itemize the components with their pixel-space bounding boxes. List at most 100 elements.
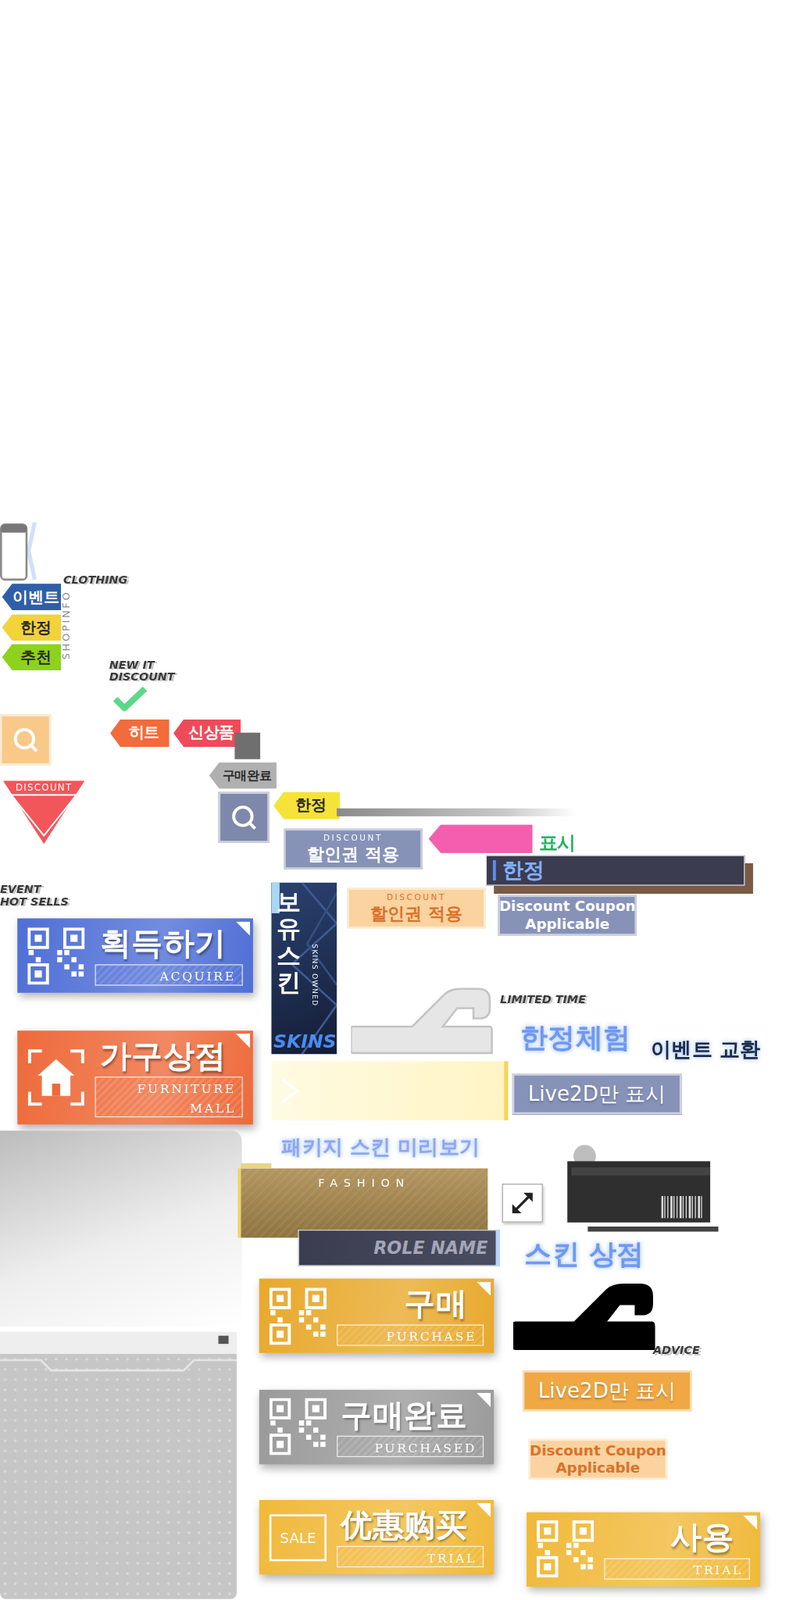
discount-triangle: DISCOUNT	[3, 780, 85, 844]
button-label: 구매완료	[340, 1396, 484, 1434]
coupon-line: Applicable	[525, 915, 610, 933]
glow-label: 패키지 스킨 미리보기	[281, 1132, 479, 1161]
corner-mark	[742, 1515, 758, 1530]
panel-tab	[240, 1163, 272, 1169]
skins-footer: SKINS	[273, 1030, 337, 1052]
qr-button[interactable]: 구매완료PURCHASED	[259, 1389, 494, 1465]
glow-text: 패키지 스킨 미리보기	[281, 1130, 475, 1164]
corner-mark	[235, 1033, 250, 1048]
label-line: CLOTHING	[63, 574, 158, 587]
card-foot	[587, 1226, 718, 1233]
coupon-label: 할인권 적용	[307, 843, 400, 865]
button-sub-frame: TRIAL	[603, 1557, 750, 1579]
coupon-text: Discount CouponApplicable	[497, 894, 637, 936]
glow-text: 스킨 상점	[524, 1232, 658, 1276]
corner-mark	[476, 1392, 491, 1408]
button-sub-label: FURNITURE MALL	[136, 1081, 236, 1115]
role-name: ROLE NAME	[373, 1237, 488, 1258]
qr-code-icon	[536, 1521, 594, 1579]
corner-mark	[476, 1503, 491, 1518]
tag-label: 히트	[128, 723, 160, 743]
italic-label: NEW ITDISCOUNT	[109, 659, 196, 686]
search-tile[interactable]	[0, 714, 51, 765]
search-tile[interactable]	[218, 792, 270, 843]
qr-button[interactable]: 획득하기ACQUIRE	[17, 918, 254, 993]
arrow-tag: 신상품	[173, 719, 241, 747]
glow-text: 한정체험	[520, 1016, 647, 1060]
card-strip	[571, 1167, 711, 1175]
coupon-caption: DISCOUNT	[386, 892, 447, 904]
hanger-icon	[350, 987, 494, 1055]
qr-button[interactable]: 구매PURCHASE	[259, 1278, 494, 1354]
glow-label: 한정체험	[520, 1019, 631, 1057]
gradient-panel	[0, 1130, 243, 1327]
dark-bar: 한정	[485, 855, 754, 895]
skins-sub: SKINS OWNED	[310, 943, 318, 1015]
coupon-box: DISCOUNT할인권 적용	[283, 828, 423, 870]
button-sub-frame: PURCHASED	[336, 1435, 484, 1457]
arrow-tag: 추천	[2, 643, 62, 671]
expand-icon[interactable]	[502, 1183, 543, 1223]
house-button[interactable]: 가구상점 FURNITURE MALL	[17, 1030, 254, 1125]
atlas-canvas: SHOPINFOCLOTHING이벤트한정추천NEW ITDISCOUNT히트신…	[0, 0, 800, 1600]
tag-label: 한정	[295, 796, 326, 816]
italic-label: CLOTHING	[63, 574, 158, 591]
barcode-icon	[660, 1196, 704, 1219]
italic-label: EVENTHOT SELLS	[0, 883, 88, 911]
label-box-text: Live2D만 표시	[538, 1377, 677, 1405]
search-icon	[10, 725, 40, 755]
tag-label: 신상품	[188, 723, 235, 743]
pink-tag-shape	[428, 824, 533, 854]
tag-label: 이벤트	[12, 587, 59, 608]
coupon-text: Discount CouponApplicable	[528, 1439, 668, 1480]
square	[234, 732, 261, 760]
panel-frame-line	[0, 1353, 237, 1375]
button-text: 가구상점 FURNITURE MALL	[94, 1037, 243, 1117]
italic-label: LIMITED TIME	[500, 993, 598, 1013]
button-sub-label: TRIAL	[427, 1550, 477, 1565]
corner-mark	[476, 1281, 491, 1296]
button-text: 사용TRIAL	[603, 1519, 750, 1580]
label-box: Live2D만 표시	[512, 1073, 683, 1115]
button-sub-frame: TRIAL	[336, 1546, 484, 1568]
button-label: 구매	[403, 1285, 484, 1323]
expand-icon	[509, 1189, 536, 1217]
label-line: NEW IT	[109, 659, 196, 672]
button-text: 优惠购买TRIAL	[336, 1507, 484, 1568]
label-line: ADVICE	[653, 1344, 715, 1358]
phone-icon	[0, 520, 41, 584]
discount-label: DISCOUNT	[3, 782, 85, 793]
glow-label: 이벤트 교환	[650, 1035, 761, 1063]
button-sub-frame: PURCHASE	[336, 1324, 484, 1346]
bar-label: 한정	[502, 856, 546, 886]
tag-label: 추천	[20, 647, 51, 668]
button-text: 획득하기ACQUIRE	[94, 925, 243, 986]
arrow-tag: 이벤트	[2, 583, 62, 611]
button-sub-frame: ACQUIRE	[94, 964, 243, 986]
vertical-label: SHOPINFO	[59, 576, 74, 674]
fashion-label: FASHION	[240, 1176, 488, 1190]
glow-text: 이벤트 교환	[650, 1032, 780, 1066]
hanger-icon	[513, 1283, 657, 1351]
grid-panel	[0, 1331, 237, 1599]
house-icon	[27, 1048, 85, 1106]
button-text: 구매PURCHASE	[336, 1285, 484, 1347]
button-text: 구매완료PURCHASED	[336, 1396, 484, 1458]
qr-button[interactable]: 사용TRIAL	[526, 1512, 761, 1587]
button-label: 가구상점	[100, 1037, 243, 1075]
tag-label: 표시	[539, 832, 576, 854]
label-box-text: Live2D만 표시	[528, 1080, 667, 1108]
label-box: Live2D만 표시	[522, 1370, 693, 1411]
coupon-line: Discount Coupon	[529, 1442, 667, 1460]
label-line: HOT SELLS	[0, 896, 88, 909]
button-label: 획득하기	[100, 925, 243, 963]
hook	[350, 987, 492, 1055]
arrow-tag: 한정	[273, 792, 340, 820]
tag-label: 한정	[20, 617, 51, 638]
corner-mark	[235, 921, 250, 936]
coupon-label: 할인권 적용	[370, 903, 464, 924]
italic-label: ADVICE	[653, 1344, 715, 1361]
chevron-right-icon	[279, 1076, 300, 1106]
sale-button[interactable]: SALE优惠购买TRIAL	[259, 1500, 494, 1575]
phone-outline	[0, 520, 41, 584]
